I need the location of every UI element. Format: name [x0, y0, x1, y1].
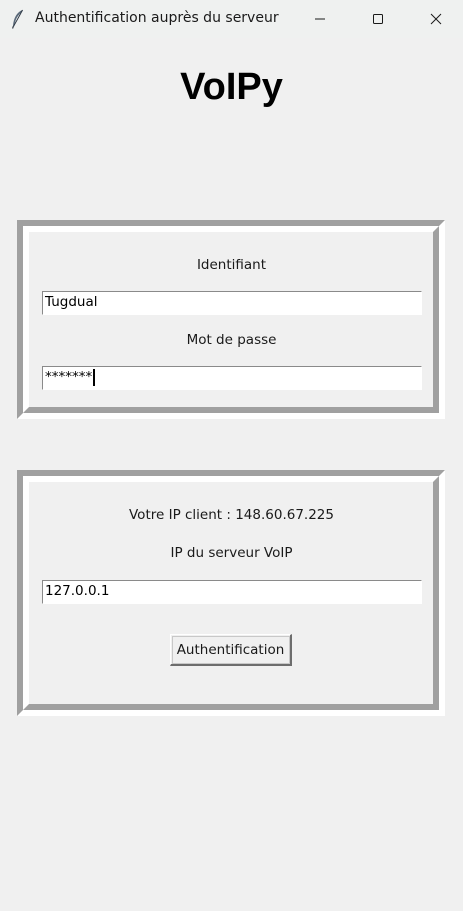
server-ip-input[interactable]: 127.0.0.1: [42, 580, 422, 604]
server-ip-label: IP du serveur VoIP: [170, 545, 293, 561]
window-title: Authentification auprès du serveur: [35, 10, 279, 26]
close-button[interactable]: [413, 0, 459, 38]
client-ip-text: Votre IP client : 148.60.67.225: [129, 507, 334, 523]
password-input[interactable]: *******: [42, 366, 422, 390]
close-icon: [430, 10, 442, 29]
app-window: Authentification auprès du serveur VoIPy…: [0, 0, 463, 911]
text-caret: [93, 369, 96, 386]
title-bar[interactable]: Authentification auprès du serveur: [0, 0, 463, 38]
username-label: Identifiant: [196, 257, 267, 273]
maximize-icon: [372, 10, 384, 29]
authentication-button[interactable]: Authentification: [170, 634, 292, 666]
app-title: VoIPy: [180, 66, 283, 108]
username-input[interactable]: Tugdual: [42, 291, 422, 315]
minimize-icon: [314, 10, 326, 29]
password-label: Mot de passe: [186, 332, 277, 348]
feather-icon: [10, 9, 26, 29]
password-value: *******: [45, 369, 93, 385]
maximize-button[interactable]: [355, 0, 401, 38]
minimize-button[interactable]: [297, 0, 343, 38]
